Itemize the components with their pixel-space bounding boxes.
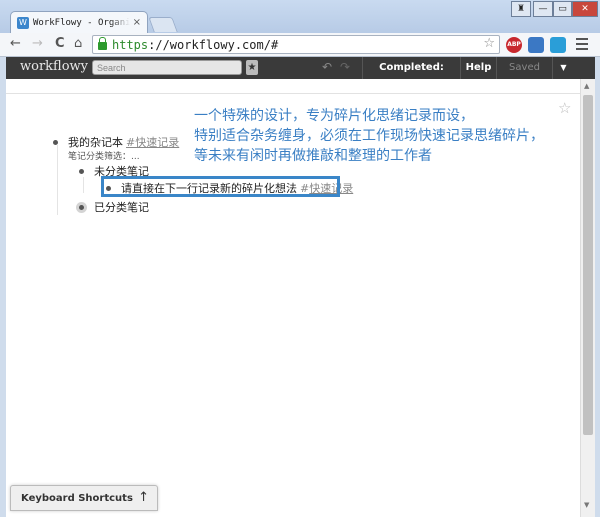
url-path: ://workflowy.com/# — [148, 37, 279, 52]
expand-arrow-icon: ↑ — [138, 490, 149, 505]
back-icon[interactable]: ← — [10, 36, 21, 51]
annotation-line: 特别适合杂务缠身，必须在工作现场快速记录思绪碎片， — [194, 128, 544, 144]
list-item[interactable]: 已分类笔记 — [76, 199, 149, 215]
bullet-icon[interactable] — [53, 139, 58, 145]
indent-guide — [57, 145, 58, 215]
annotation-text: 一个特殊的设计，专为碎片化思绪记录而设， 特别适合杂务缠身，必须在工作现场快速记… — [194, 106, 544, 166]
minimize-button[interactable]: — — [533, 1, 553, 17]
undo-icon[interactable]: ↶ — [322, 60, 332, 74]
scroll-down-icon[interactable]: ▼ — [584, 501, 589, 509]
user-profile-icon[interactable]: ♜ — [511, 1, 531, 17]
close-window-button[interactable]: ✕ — [572, 1, 598, 17]
app-header: workflowy ★ ↶ ↷ Completed: Visible Help … — [6, 57, 595, 95]
keyboard-shortcuts-label: Keyboard Shortcuts — [21, 492, 133, 504]
outline-page: ☆ 我的杂记本 #快速记录 笔记分类筛选：... 未分类笔记 请直接在下一行记录… — [6, 79, 580, 517]
scroll-up-icon[interactable]: ▲ — [584, 82, 589, 90]
item-text[interactable]: 已分类笔记 — [94, 199, 149, 215]
keyboard-shortcuts-button[interactable]: Keyboard Shortcuts ↑ — [10, 485, 158, 511]
extension-icon[interactable] — [528, 37, 544, 53]
browser-menu-icon[interactable] — [576, 38, 588, 53]
bullet-icon[interactable] — [79, 168, 84, 174]
collapsed-bullet-icon[interactable] — [76, 201, 87, 213]
help-button[interactable]: Help — [460, 57, 496, 79]
workflowy-favicon-icon: W — [17, 16, 29, 29]
browser-tab[interactable]: W WorkFlowy - Organize yo × — [10, 11, 148, 33]
new-tab-button[interactable] — [148, 17, 178, 32]
bookmark-star-icon[interactable]: ☆ — [483, 36, 495, 51]
list-item[interactable]: 我的杂记本 #快速记录 — [53, 134, 179, 150]
url-scheme: https — [112, 37, 149, 52]
star-page-icon[interactable]: ☆ — [558, 99, 571, 117]
title-bar: W WorkFlowy - Organize yo × ♜ — ▭ ✕ — [0, 0, 600, 33]
highlight-box — [101, 176, 340, 197]
annotation-line: 等未来有闲时再做推敲和整理的工作者 — [194, 148, 432, 164]
workflowy-logo[interactable]: workflowy — [20, 59, 88, 74]
adblock-icon[interactable]: ABP — [506, 37, 522, 53]
lock-icon — [98, 37, 107, 50]
saved-status: Saved — [496, 57, 552, 79]
tab-title: WorkFlowy - Organize yo — [33, 17, 130, 28]
extension-icon[interactable] — [550, 37, 566, 53]
item-text[interactable]: 我的杂记本 — [68, 134, 123, 150]
item-note[interactable]: 笔记分类筛选：... — [68, 149, 140, 162]
browser-toolbar: ← → C ⌂ https://workflowy.com/# ☆ ABP — [0, 33, 600, 57]
tag-link[interactable]: #快速记录 — [126, 134, 179, 150]
scrollbar[interactable]: ▲ ▼ — [580, 79, 595, 517]
home-icon[interactable]: ⌂ — [74, 36, 82, 51]
annotation-line: 一个特殊的设计，专为碎片化思绪记录而设， — [194, 108, 474, 124]
search-input[interactable] — [92, 60, 242, 75]
completed-visible-button[interactable]: Completed: Visible — [362, 57, 460, 95]
reload-icon[interactable]: C — [55, 36, 65, 51]
forward-icon[interactable]: → — [32, 36, 43, 51]
scrollbar-thumb[interactable] — [583, 95, 593, 435]
redo-icon[interactable]: ↷ — [340, 60, 350, 74]
indent-guide — [83, 177, 84, 193]
divider — [6, 93, 580, 94]
address-bar[interactable]: https://workflowy.com/# ☆ — [92, 35, 500, 54]
settings-dropdown-button[interactable]: ▼ — [552, 57, 574, 79]
starred-button[interactable]: ★ — [246, 60, 258, 75]
maximize-button[interactable]: ▭ — [553, 1, 572, 17]
close-tab-icon[interactable]: × — [133, 17, 141, 28]
